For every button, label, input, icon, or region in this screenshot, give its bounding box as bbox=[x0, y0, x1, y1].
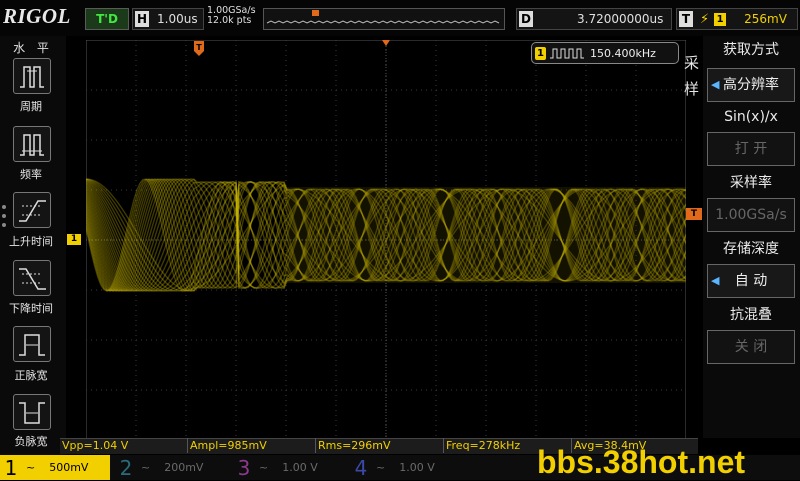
timebase-value: 1.00us bbox=[157, 12, 198, 26]
trigger-level-marker[interactable]: T bbox=[686, 208, 702, 220]
trigger-label: T bbox=[679, 11, 693, 27]
fall-time-label: 下降时间 bbox=[9, 302, 53, 315]
sinx-value: 打 开 bbox=[734, 141, 768, 157]
side-menu-title: 采样 bbox=[684, 54, 700, 98]
watermark: bbs.38hot.net bbox=[537, 444, 746, 480]
rise-time-icon[interactable] bbox=[13, 192, 51, 228]
memory-map-graphic bbox=[264, 9, 504, 29]
delay-display[interactable]: D 3.72000000us bbox=[516, 8, 672, 30]
counter-channel: 1 bbox=[535, 46, 546, 60]
trigger-position-marker[interactable]: T bbox=[194, 41, 204, 56]
channel-3-tab[interactable]: 3 ~ 1.00 V bbox=[233, 455, 338, 480]
measurement-rms[interactable]: Rms=296mV bbox=[315, 438, 442, 453]
acquire-mode-button[interactable]: ◀ 高分辨率 bbox=[707, 68, 795, 102]
brand-logo: RIGOL bbox=[3, 4, 71, 28]
fall-time-icon[interactable] bbox=[13, 260, 51, 296]
channel-4-tab[interactable]: 4 ~ 1.00 V bbox=[350, 455, 455, 480]
channel-4-number: 4 bbox=[354, 455, 368, 480]
anti-alias-button[interactable]: 关 闭 bbox=[707, 330, 795, 364]
anti-alias-value: 关 闭 bbox=[734, 339, 768, 355]
negative-width-icon[interactable] bbox=[13, 394, 51, 430]
square-wave-icon bbox=[550, 48, 584, 59]
ac-coupling-icon: ~ bbox=[141, 461, 151, 474]
acquire-mode-header: 获取方式 bbox=[723, 42, 779, 58]
channel-3-scale: 1.00 V bbox=[282, 461, 318, 474]
negative-width-label: 负脉宽 bbox=[14, 435, 48, 448]
channel-4-scale: 1.00 V bbox=[399, 461, 435, 474]
channel-1-number: 1 bbox=[4, 455, 18, 480]
waveform-grid[interactable] bbox=[86, 40, 686, 440]
positive-width-label: 正脉宽 bbox=[14, 369, 48, 382]
acquire-mode-value: 高分辨率 bbox=[723, 77, 779, 93]
sinx-header: Sin(x)/x bbox=[724, 109, 778, 125]
channel-2-tab[interactable]: 2 ~ 200mV bbox=[115, 455, 220, 480]
measurement-ampl[interactable]: Ampl=985mV bbox=[187, 438, 314, 453]
page-dots bbox=[2, 205, 6, 232]
channel-2-number: 2 bbox=[119, 455, 133, 480]
counter-value: 150.400kHz bbox=[590, 46, 656, 60]
delay-label: D bbox=[519, 11, 533, 27]
memory-points: 12.0k pts bbox=[207, 15, 252, 26]
channel-1-scale: 500mV bbox=[49, 461, 89, 474]
trigger-position-label: T bbox=[196, 43, 202, 52]
select-arrow-icon: ◀ bbox=[711, 78, 720, 91]
measurement-vpp[interactable]: Vpp=1.04 V bbox=[60, 438, 186, 453]
ac-coupling-icon: ~ bbox=[26, 461, 36, 474]
channel-2-scale: 200mV bbox=[164, 461, 204, 474]
sample-rate-button[interactable]: 1.00GSa/s bbox=[707, 198, 795, 232]
frequency-icon[interactable] bbox=[13, 126, 51, 162]
sample-rate-header: 采样率 bbox=[730, 175, 772, 191]
anti-alias-header: 抗混叠 bbox=[730, 307, 772, 323]
trigger-display[interactable]: T ⚡ 1 256mV bbox=[676, 8, 798, 30]
rising-edge-icon: ⚡ bbox=[700, 11, 710, 27]
sinx-button[interactable]: 打 开 bbox=[707, 132, 795, 166]
memory-depth-header: 存储深度 bbox=[723, 241, 779, 257]
rise-time-label: 上升时间 bbox=[9, 235, 53, 248]
channel-3-number: 3 bbox=[237, 455, 251, 480]
select-arrow-icon: ◀ bbox=[711, 274, 720, 287]
trigger-channel: 1 bbox=[714, 12, 727, 26]
frequency-label: 频率 bbox=[20, 168, 42, 181]
delay-value: 3.72000000us bbox=[577, 12, 664, 26]
run-status-badge[interactable]: T'D bbox=[85, 8, 129, 30]
trigger-level-value: 256mV bbox=[744, 12, 787, 26]
memory-depth-button[interactable]: ◀ 自 动 bbox=[707, 264, 795, 298]
horizontal-label: H bbox=[135, 11, 149, 27]
positive-width-icon[interactable] bbox=[13, 326, 51, 362]
memory-depth-value: 自 动 bbox=[734, 273, 768, 289]
ch1-offset-marker[interactable]: 1 bbox=[67, 234, 81, 245]
ac-coupling-icon: ~ bbox=[376, 461, 386, 474]
frequency-counter: 1 150.400kHz bbox=[531, 42, 679, 64]
sample-info: 1.00GSa/s 12.0k pts bbox=[207, 6, 256, 26]
persistence-band bbox=[286, 187, 686, 283]
channel-1-tab[interactable]: 1 ~ 500mV bbox=[0, 455, 110, 480]
period-icon[interactable] bbox=[13, 58, 51, 94]
sample-rate-value: 1.00GSa/s bbox=[715, 207, 787, 223]
period-label: 周期 bbox=[20, 100, 42, 113]
ac-coupling-icon: ~ bbox=[259, 461, 269, 474]
left-menu-title: 水 平 bbox=[13, 41, 53, 55]
memory-map-bar[interactable] bbox=[263, 8, 505, 30]
timebase-display[interactable]: H 1.00us bbox=[132, 8, 204, 30]
